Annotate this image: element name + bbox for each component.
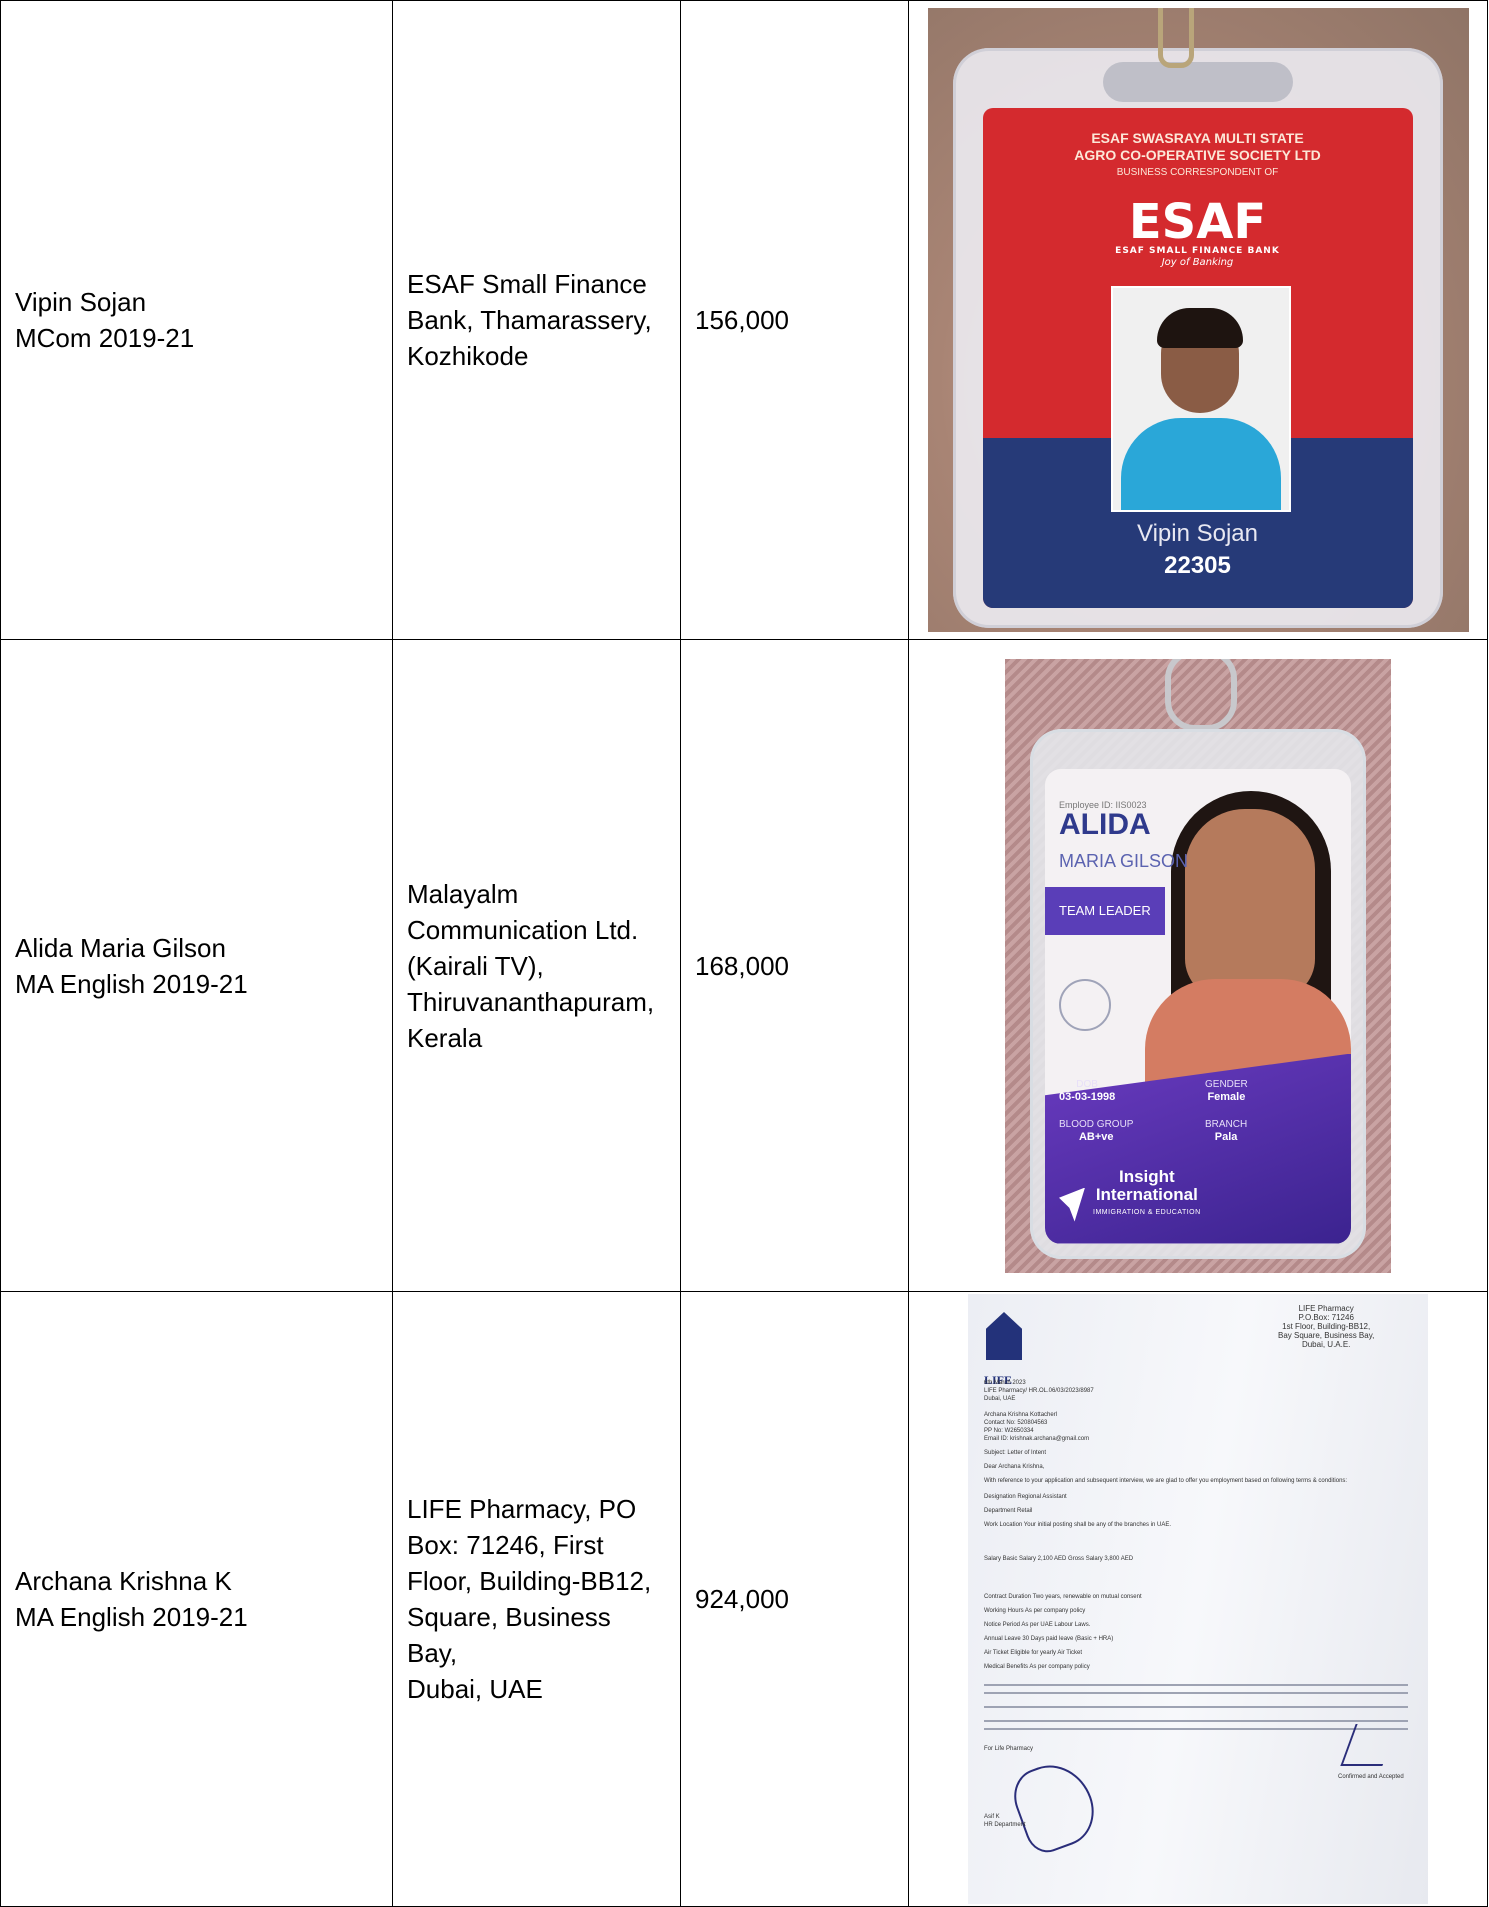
role-badge: TEAM LEADER — [1045, 886, 1165, 935]
employer-cell: LIFE Pharmacy, PO Box: 71246, First Floo… — [392, 1291, 681, 1907]
employer-line: Square, Business Bay, — [407, 1602, 611, 1668]
employer-line: Bank, Thamarassery, — [407, 305, 652, 335]
student-name: Vipin Sojan — [15, 287, 147, 317]
employer-line: Communication Ltd. — [407, 914, 639, 945]
gender-field: GENDER Female — [1205, 1078, 1248, 1103]
employer-line: Kerala — [407, 1022, 483, 1053]
table-row: Alida Maria Gilson MA English 2019-21 Ma… — [0, 639, 1488, 1292]
letter-line: Working Hours As per company policy — [984, 1608, 1086, 1614]
employer-line: Kozhikode — [407, 341, 529, 371]
letter-line: Email ID: krishnak.archana@gmail.com — [984, 1436, 1090, 1442]
signature — [1340, 1724, 1398, 1766]
student-name: Archana Krishna K — [15, 1566, 232, 1596]
student-cell: Archana Krishna K MA English 2019-21 — [0, 1291, 393, 1907]
letter-line: PP No: W2650334 — [984, 1428, 1034, 1434]
package-cell: 168,000 — [680, 639, 909, 1292]
card-first-name: ALIDA — [1059, 807, 1151, 841]
employer-line: (Kairali TV), — [407, 950, 544, 981]
letter-line: LIFE Pharmacy/ HR.OL.06/03/2023/8987 — [984, 1388, 1094, 1394]
letter-line: Archana Krishna Kottacherl — [984, 1412, 1058, 1418]
student-course: MCom 2019-21 — [15, 323, 195, 353]
seal-icon — [1059, 978, 1111, 1031]
table-row: Archana Krishna K MA English 2019-21 LIF… — [0, 1291, 1488, 1907]
student-course: MA English 2019-21 — [15, 968, 248, 999]
letter-line: Subject: Letter of Intent — [984, 1450, 1047, 1456]
letter-line: For Life Pharmacy — [984, 1746, 1034, 1752]
portrait — [1110, 286, 1291, 512]
student-course: MA English 2019-21 — [15, 1602, 248, 1632]
employer-cell: ESAF Small Finance Bank, Thamarassery, K… — [392, 0, 681, 640]
letter-line: Air Ticket Eligible for yearly Air Ticke… — [984, 1650, 1083, 1656]
letter-line: Dubai, UAE — [984, 1396, 1016, 1402]
letter-line: Work Location Your initial posting shall… — [984, 1522, 1172, 1528]
esaf-logo: ESAF ESAF SMALL FINANCE BANK Joy of Bank… — [1115, 194, 1280, 268]
letter-line: Asif K — [984, 1814, 1000, 1820]
letter-line: Contact No: 520804563 — [984, 1420, 1048, 1426]
card-last-name: MARIA GILSON — [1059, 850, 1189, 871]
photo-cell: LIFE LIFE Pharmacy P.O.Box: 71246 1st Fl… — [908, 1291, 1488, 1907]
letter-line: HR Department — [984, 1822, 1026, 1828]
placements-table: Vipin Sojan MCom 2019-21 ESAF Small Fina… — [0, 0, 1488, 1907]
lanyard-hook — [1165, 658, 1237, 731]
student-name: Alida Maria Gilson — [15, 932, 226, 963]
letter-line: 6th March 2023 — [984, 1380, 1026, 1386]
life-pharmacy-logo-icon — [986, 1312, 1022, 1360]
employer-line: Box: 71246, First — [407, 1530, 604, 1560]
letter-address: LIFE Pharmacy P.O.Box: 71246 1st Floor, … — [1278, 1304, 1375, 1349]
package-value: 168,000 — [695, 950, 789, 981]
dob-field: DOB 03-03-1998 — [1059, 1078, 1116, 1103]
employer-line: LIFE Pharmacy, PO — [407, 1494, 637, 1524]
brand-name: Insight International IMMIGRATION & EDUC… — [1093, 1166, 1201, 1216]
id-card-photo: Employee ID: IIS0023 ALIDA MARIA GILSON … — [1005, 658, 1391, 1273]
letter-line: Contract Duration Two years, renewable o… — [984, 1594, 1142, 1600]
photo-cell: Employee ID: IIS0023 ALIDA MARIA GILSON … — [908, 639, 1488, 1292]
letter-line: Designation Regional Assistant — [984, 1494, 1067, 1500]
letter-accepted: Confirmed and Accepted — [1338, 1774, 1404, 1780]
package-cell: 156,000 — [680, 0, 909, 640]
lanyard-clip — [1157, 8, 1194, 68]
letter-line: Medical Benefits As per company policy — [984, 1664, 1090, 1670]
package-cell: 924,000 — [680, 1291, 909, 1907]
letter-line: Dear Archana Krishna, — [984, 1464, 1045, 1470]
letter-line: With reference to your application and s… — [984, 1478, 1348, 1484]
letter-line: Department Retail — [984, 1508, 1033, 1514]
employer-line: ESAF Small Finance — [407, 269, 647, 299]
letter-line: Salary Basic Salary 2,100 AED Gross Sala… — [984, 1556, 1134, 1562]
letter-line: Annual Leave 30 Days paid leave (Basic +… — [984, 1636, 1114, 1642]
signature — [1005, 1753, 1105, 1859]
employer-line: Dubai, UAE — [407, 1674, 543, 1704]
branch-field: BRANCH Pala — [1205, 1118, 1248, 1143]
student-cell: Vipin Sojan MCom 2019-21 — [0, 0, 393, 640]
employer-line: Thiruvananthapuram, — [407, 986, 655, 1017]
card-name: Vipin Sojan — [1137, 520, 1258, 547]
blood-group-field: BLOOD GROUP AB+ve — [1059, 1118, 1134, 1143]
employer-cell: Malayalm Communication Ltd. (Kairali TV)… — [392, 639, 681, 1292]
letter-line: Notice Period As per UAE Labour Laws. — [984, 1622, 1091, 1628]
package-value: 156,000 — [695, 305, 789, 335]
table-row: Vipin Sojan MCom 2019-21 ESAF Small Fina… — [0, 0, 1488, 640]
employer-line: Malayalm — [407, 878, 519, 909]
id-card: Employee ID: IIS0023 ALIDA MARIA GILSON … — [1045, 768, 1351, 1244]
employer-line: Floor, Building-BB12, — [407, 1566, 652, 1596]
photo-cell: ESAF SWASRAYA MULTI STATE AGRO CO-OPERAT… — [908, 0, 1488, 640]
id-card: ESAF SWASRAYA MULTI STATE AGRO CO-OPERAT… — [982, 108, 1413, 608]
offer-letter: LIFE LIFE Pharmacy P.O.Box: 71246 1st Fl… — [968, 1294, 1428, 1904]
card-header: ESAF SWASRAYA MULTI STATE AGRO CO-OPERAT… — [1074, 130, 1321, 178]
package-value: 924,000 — [695, 1584, 789, 1614]
student-cell: Alida Maria Gilson MA English 2019-21 — [0, 639, 393, 1292]
card-number: 22305 — [1164, 552, 1231, 579]
id-card-photo: ESAF SWASRAYA MULTI STATE AGRO CO-OPERAT… — [927, 8, 1469, 632]
offer-letter-photo: LIFE LIFE Pharmacy P.O.Box: 71246 1st Fl… — [968, 1294, 1428, 1904]
